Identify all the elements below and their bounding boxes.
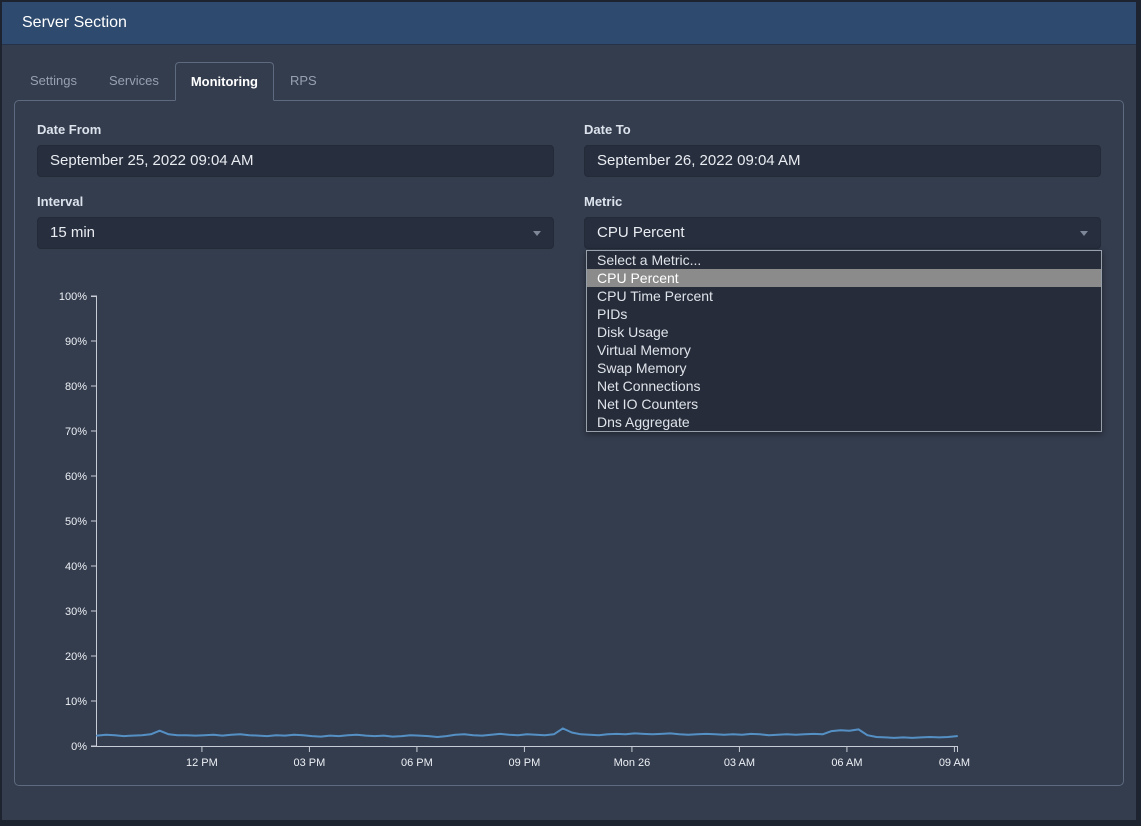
tab-settings[interactable]: Settings	[14, 61, 93, 100]
date-to-field: Date To September 26, 2022 09:04 AM	[584, 122, 1101, 177]
interval-label: Interval	[37, 194, 554, 209]
y-tick-label: 40%	[65, 561, 87, 573]
x-axis	[97, 747, 958, 753]
x-tick-label: Mon 26	[614, 757, 651, 769]
x-tick-label: 09 AM	[939, 757, 970, 769]
tab-rps[interactable]: RPS	[274, 61, 333, 100]
tab-bar: Settings Services Monitoring RPS	[14, 61, 1124, 100]
metric-option[interactable]: CPU Percent	[587, 269, 1101, 287]
y-tick-label: 100%	[59, 291, 87, 303]
y-tick-label: 70%	[65, 426, 87, 438]
tab-monitoring[interactable]: Monitoring	[175, 62, 274, 101]
y-tick-label: 60%	[65, 471, 87, 483]
metric-label: Metric	[584, 194, 1101, 209]
y-tick-label: 10%	[65, 696, 87, 708]
metric-option[interactable]: Dns Aggregate	[587, 413, 1101, 431]
y-tick-label: 20%	[65, 651, 87, 663]
metric-option[interactable]: Select a Metric...	[587, 251, 1101, 269]
date-to-label: Date To	[584, 122, 1101, 137]
metric-option[interactable]: Net IO Counters	[587, 395, 1101, 413]
metric-option[interactable]: Virtual Memory	[587, 341, 1101, 359]
x-tick-label: 03 PM	[294, 757, 326, 769]
x-tick-label: 03 AM	[724, 757, 755, 769]
y-tick-label: 90%	[65, 336, 87, 348]
y-tick-label: 0%	[71, 741, 87, 753]
date-from-label: Date From	[37, 122, 554, 137]
x-tick-label: 06 AM	[831, 757, 862, 769]
date-from-input[interactable]: September 25, 2022 09:04 AM	[37, 145, 554, 177]
y-tick-label: 50%	[65, 516, 87, 528]
metric-option[interactable]: Disk Usage	[587, 323, 1101, 341]
chart-line	[97, 728, 957, 738]
date-from-field: Date From September 25, 2022 09:04 AM	[37, 122, 554, 177]
metric-dropdown: Select a Metric...CPU PercentCPU Time Pe…	[586, 250, 1102, 432]
metric-option[interactable]: Swap Memory	[587, 359, 1101, 377]
y-tick-label: 80%	[65, 381, 87, 393]
metric-select-value: CPU Percent	[597, 224, 685, 241]
interval-field: Interval 15 min	[37, 194, 554, 249]
monitoring-panel: Date From September 25, 2022 09:04 AM Da…	[14, 100, 1124, 786]
interval-select-value: 15 min	[50, 224, 95, 241]
metric-option[interactable]: CPU Time Percent	[587, 287, 1101, 305]
filters-form: Date From September 25, 2022 09:04 AM Da…	[37, 122, 1101, 266]
metric-option[interactable]: PIDs	[587, 305, 1101, 323]
page-title: Server Section	[22, 14, 127, 32]
chevron-down-icon	[533, 231, 541, 236]
chevron-down-icon	[1080, 231, 1088, 236]
date-to-input[interactable]: September 26, 2022 09:04 AM	[584, 145, 1101, 177]
titlebar: Server Section	[2, 2, 1136, 45]
metric-field: Metric CPU Percent	[584, 194, 1101, 249]
metric-select[interactable]: CPU Percent	[584, 217, 1101, 249]
x-tick-label: 09 PM	[509, 757, 541, 769]
x-tick-label: 06 PM	[401, 757, 433, 769]
interval-select[interactable]: 15 min	[37, 217, 554, 249]
tab-services[interactable]: Services	[93, 61, 175, 100]
x-tick-label: 12 PM	[186, 757, 218, 769]
y-tick-label: 30%	[65, 606, 87, 618]
metric-option[interactable]: Net Connections	[587, 377, 1101, 395]
